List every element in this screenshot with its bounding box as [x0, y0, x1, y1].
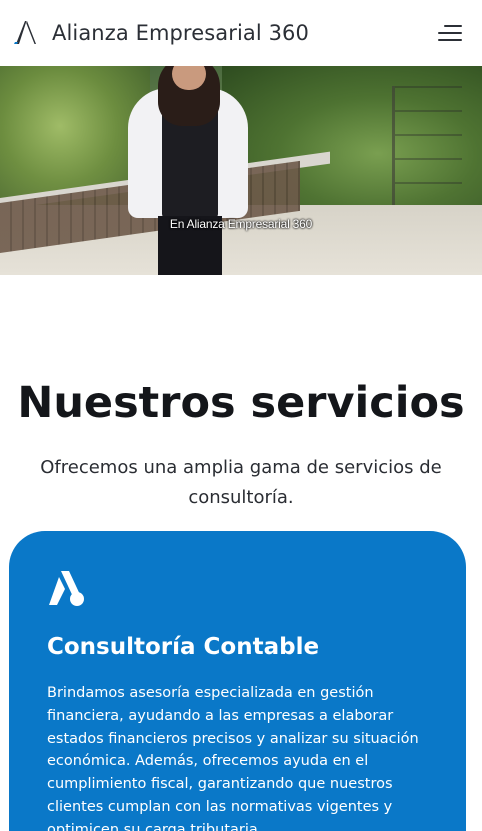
site-header: Alianza Empresarial 360 [0, 0, 482, 66]
hamburger-menu-icon[interactable] [438, 22, 464, 44]
presenter-figure [128, 66, 248, 275]
alianza-a-icon [47, 571, 87, 607]
brand-name[interactable]: Alianza Empresarial 360 [52, 21, 438, 45]
section-title: Nuestros servicios [17, 378, 465, 428]
background-fence [392, 86, 462, 206]
services-section: Nuestros servicios Ofrecemos una amplia … [0, 275, 482, 831]
service-card-description: Brindamos asesoría especializada en gest… [47, 685, 419, 831]
service-card-title: Consultoría Contable [47, 634, 320, 660]
hero-video[interactable]: En Alianza Empresarial 360 [0, 66, 482, 275]
section-subtitle: Ofrecemos una amplia gama de servicios d… [40, 457, 442, 508]
service-card[interactable]: Consultoría Contable Brindamos asesoría … [9, 531, 466, 831]
video-caption: En Alianza Empresarial 360 [169, 217, 313, 231]
alianza-logo-icon[interactable] [12, 18, 40, 48]
